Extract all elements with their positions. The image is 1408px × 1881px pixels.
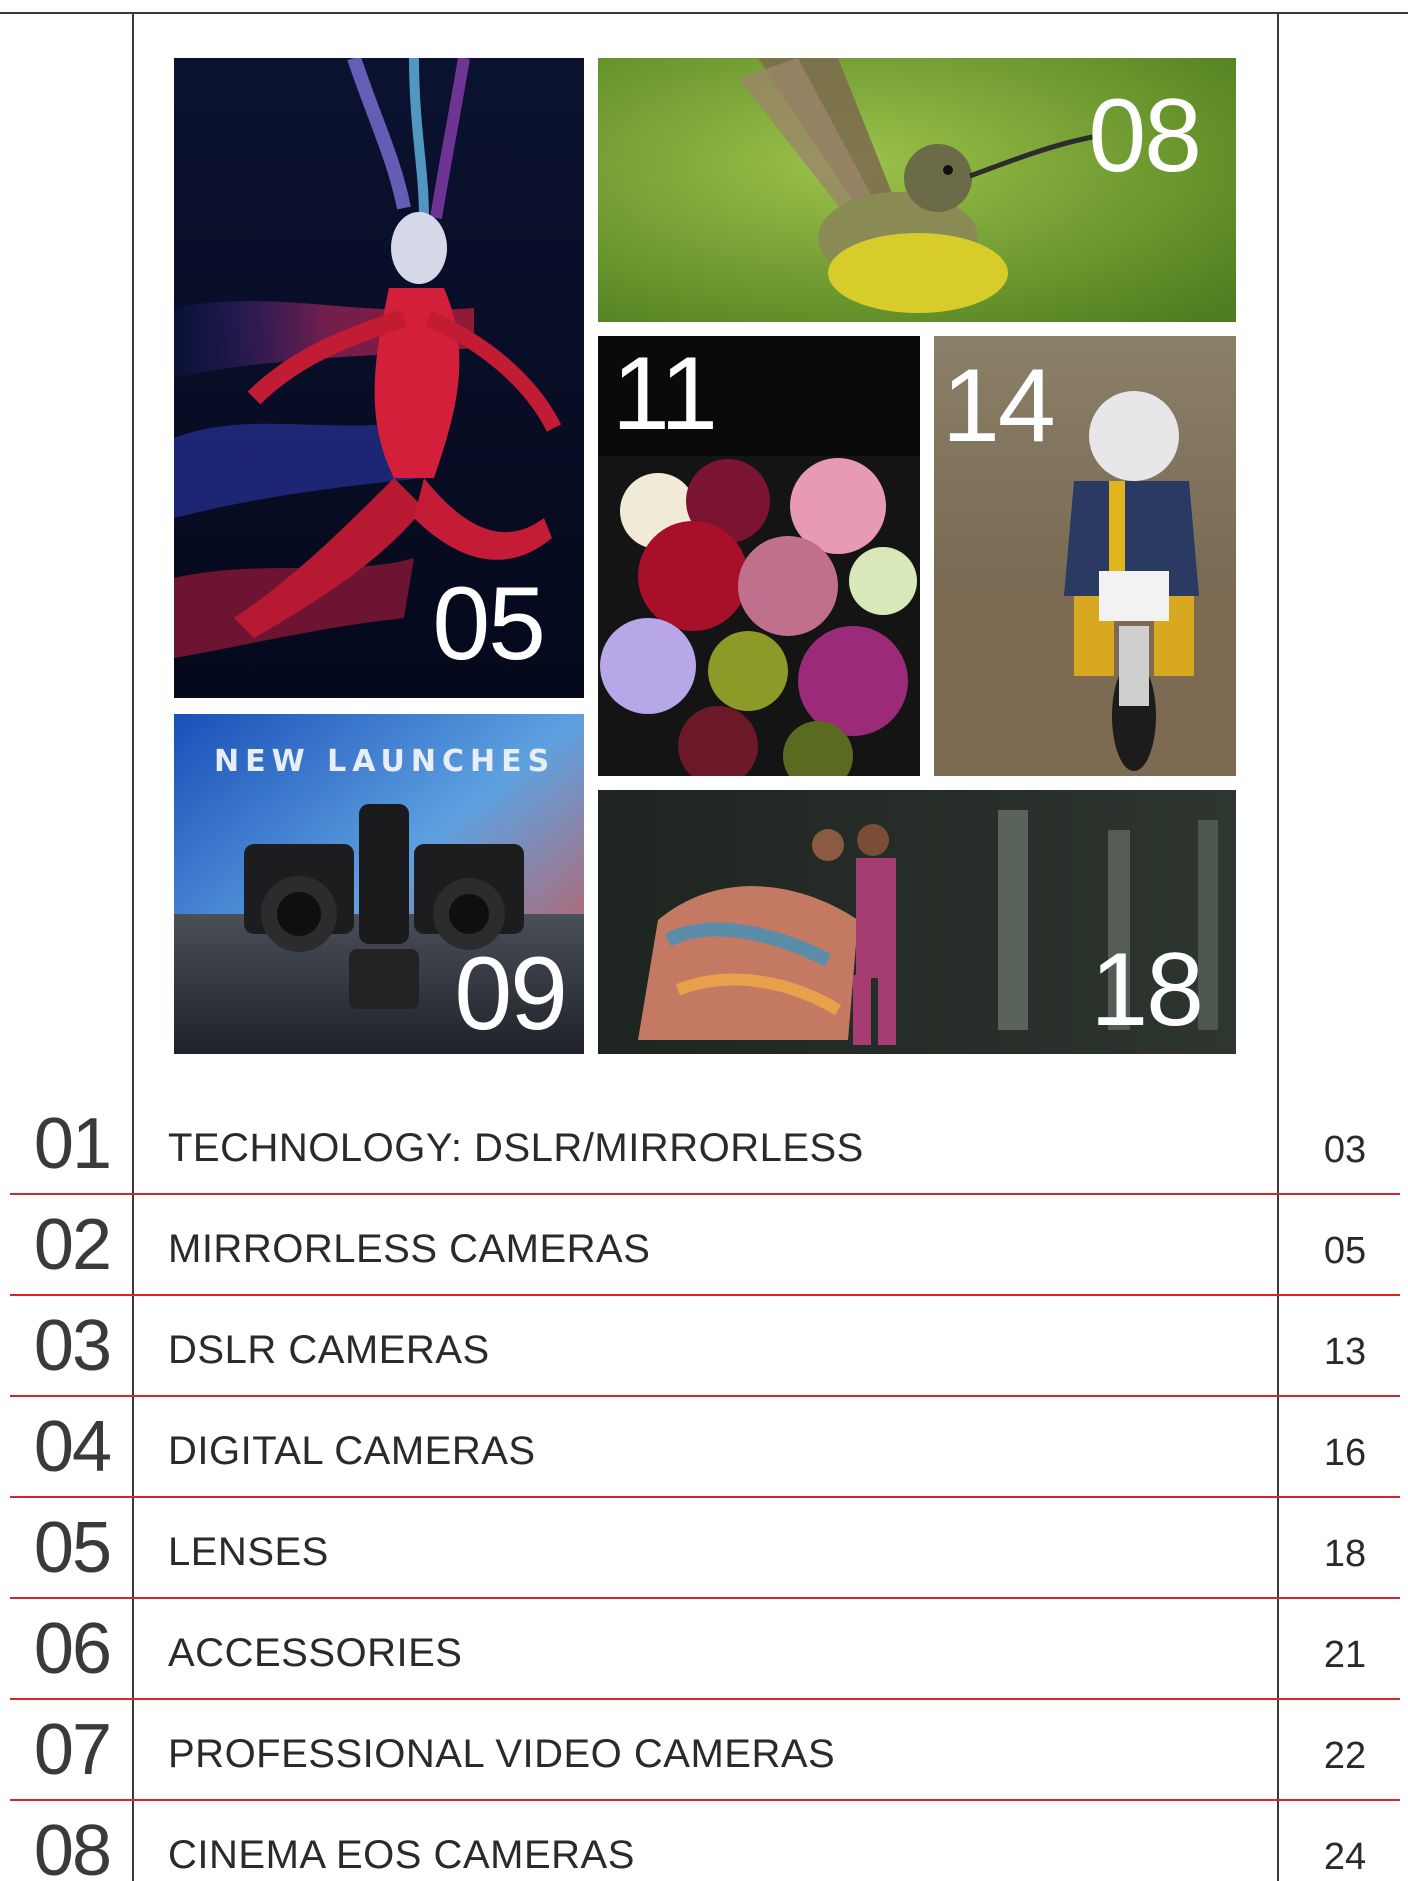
toc-page-number: 21 bbox=[1323, 1634, 1367, 1676]
toc-page-number: 03 bbox=[1323, 1129, 1367, 1171]
toc-row-06[interactable]: 06 ACCESSORIES 21 bbox=[0, 1599, 1408, 1700]
toc-row-05[interactable]: 05 LENSES 18 bbox=[0, 1498, 1408, 1599]
toc-title: LENSES bbox=[168, 1530, 329, 1574]
toc-title: TECHNOLOGY: DSLR/MIRRORLESS bbox=[168, 1126, 864, 1170]
toc-number: 08 bbox=[33, 1811, 112, 1881]
toc-page-number: 24 bbox=[1323, 1836, 1367, 1878]
tile-couple-number: 18 bbox=[1090, 932, 1204, 1048]
top-rule bbox=[0, 12, 1408, 14]
toc-number: 04 bbox=[33, 1407, 112, 1487]
toc-title: MIRRORLESS CAMERAS bbox=[168, 1227, 651, 1271]
toc-page-number: 05 bbox=[1323, 1230, 1367, 1272]
tile-couple[interactable]: 18 bbox=[598, 790, 1236, 1054]
new-launches-headline: NEW LAUNCHES bbox=[214, 744, 556, 779]
toc-row-07[interactable]: 07 PROFESSIONAL VIDEO CAMERAS 22 bbox=[0, 1700, 1408, 1801]
toc-title: DSLR CAMERAS bbox=[168, 1328, 490, 1372]
tile-flowers[interactable]: 11 bbox=[598, 336, 920, 776]
tile-motocross-number: 14 bbox=[942, 348, 1056, 464]
tile-motocross[interactable]: 14 bbox=[934, 336, 1236, 776]
toc-row-08[interactable]: 08 CINEMA EOS CAMERAS 24 bbox=[0, 1801, 1408, 1881]
toc-title: PROFESSIONAL VIDEO CAMERAS bbox=[168, 1732, 836, 1776]
toc-number: 06 bbox=[33, 1609, 112, 1689]
toc-page-number: 18 bbox=[1323, 1533, 1367, 1575]
toc-number: 02 bbox=[33, 1205, 112, 1285]
tile-dancer[interactable]: 05 bbox=[174, 58, 584, 698]
toc-page-number: 22 bbox=[1323, 1735, 1367, 1777]
toc-row-02[interactable]: 02 MIRRORLESS CAMERAS 05 bbox=[0, 1195, 1408, 1296]
toc-number: 01 bbox=[33, 1104, 112, 1184]
toc-row-03[interactable]: 03 DSLR CAMERAS 13 bbox=[0, 1296, 1408, 1397]
toc-number: 07 bbox=[33, 1710, 112, 1790]
toc-row-04[interactable]: 04 DIGITAL CAMERAS 16 bbox=[0, 1397, 1408, 1498]
toc-row-01[interactable]: 01 TECHNOLOGY: DSLR/MIRRORLESS 03 bbox=[0, 1094, 1408, 1195]
toc-title: ACCESSORIES bbox=[168, 1631, 463, 1675]
toc-page-number: 16 bbox=[1323, 1432, 1367, 1474]
contents-page: 05 08 11 14 NEW LAUNCHES 09 18 01 TECHNO… bbox=[0, 0, 1408, 1881]
tile-hummingbird-number: 08 bbox=[1088, 78, 1202, 194]
tile-new-launches[interactable]: NEW LAUNCHES 09 bbox=[174, 714, 584, 1054]
toc-title: CINEMA EOS CAMERAS bbox=[168, 1833, 635, 1877]
toc-number: 03 bbox=[33, 1306, 112, 1386]
tile-flowers-number: 11 bbox=[612, 336, 718, 452]
toc-title: DIGITAL CAMERAS bbox=[168, 1429, 536, 1473]
tile-hummingbird[interactable]: 08 bbox=[598, 58, 1236, 322]
toc-number: 05 bbox=[33, 1508, 112, 1588]
tile-new-launches-number: 09 bbox=[454, 936, 568, 1052]
toc-page-number: 13 bbox=[1323, 1331, 1367, 1373]
tile-dancer-number: 05 bbox=[432, 566, 546, 682]
